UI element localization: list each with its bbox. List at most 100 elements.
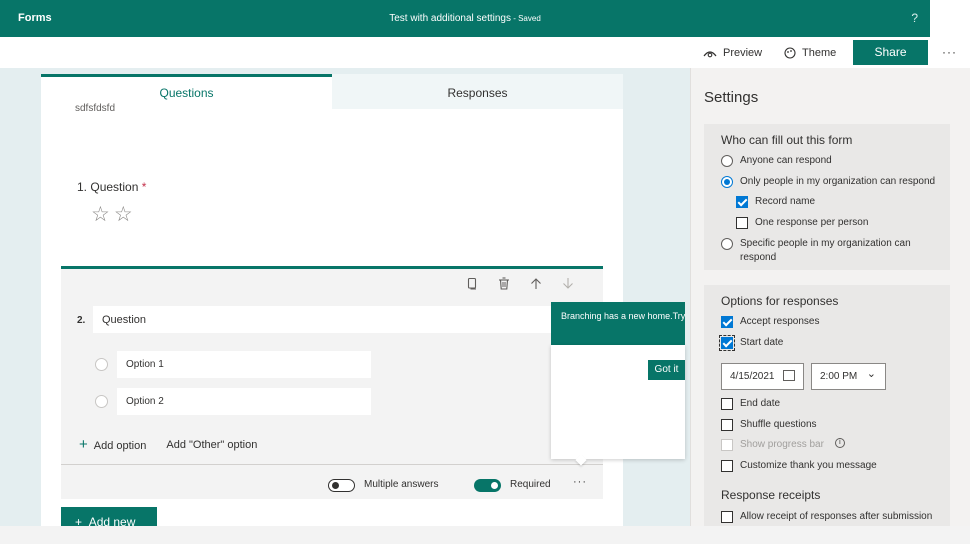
start-date-picker[interactable]: 4/15/2021 [721, 363, 804, 390]
thank-you-label: Customize thank you message [740, 460, 877, 471]
question-1-title[interactable]: 1. Question * [77, 180, 146, 194]
organization-label: Only people in my organization can respo… [740, 176, 936, 187]
radio-anyone[interactable] [721, 155, 733, 167]
progress-bar-checkbox [721, 439, 733, 451]
options-title: Options for responses [721, 294, 839, 308]
calendar-icon[interactable] [783, 370, 795, 381]
who-can-fill-title: Who can fill out this form [721, 133, 853, 147]
form-title: Test with additional settings [389, 13, 511, 24]
accept-responses-label: Accept responses [740, 316, 820, 327]
one-response-label: One response per person [755, 217, 869, 228]
preview-label: Preview [723, 47, 763, 59]
rating-stars[interactable]: ☆☆ [91, 202, 137, 227]
specific-people-label: Specific people in my organization can r… [740, 238, 911, 263]
start-date-option[interactable]: Start date [719, 335, 784, 351]
start-date-checkbox[interactable] [719, 335, 735, 351]
required-label: Required [510, 479, 551, 490]
end-date-label: End date [740, 398, 781, 409]
thank-you-option[interactable]: Customize thank you message [721, 459, 877, 473]
one-response-option[interactable]: One response per person [736, 216, 868, 230]
required-toggle[interactable] [474, 479, 501, 492]
question-actions [466, 277, 574, 290]
option-row-1: Option 1 [95, 351, 371, 378]
start-time-select[interactable]: 2:00 PM ⌄ [811, 363, 886, 390]
who-can-fill-section: Who can fill out this form Anyone can re… [704, 124, 950, 270]
theme-button[interactable]: Theme [784, 47, 836, 59]
move-down-icon[interactable] [562, 277, 574, 290]
multiple-answers-toggle[interactable] [328, 479, 355, 492]
question-2-number: 2. [77, 315, 86, 326]
start-date-value: 4/15/2021 [730, 371, 775, 382]
specific-people-option[interactable]: Specific people in my organization can r… [721, 237, 921, 265]
start-time-value: 2:00 PM [820, 371, 858, 382]
form-card: sdfsfdsfd 1. Question * ☆☆ 2. Option 1 [41, 103, 623, 534]
shuffle-option[interactable]: Shuffle questions [721, 418, 817, 432]
option-input[interactable]: Option 2 [117, 388, 371, 415]
question-more-icon[interactable]: ··· [573, 476, 587, 488]
add-option-label: Add option [93, 440, 147, 452]
plus-icon: + [79, 436, 88, 453]
form-canvas: Questions Responses sdfsfdsfd 1. Questio… [0, 68, 690, 534]
allow-receipt-option[interactable]: Allow receipt of responses after submiss… [721, 510, 932, 524]
help-icon[interactable]: ? [911, 11, 918, 25]
option-row-2: Option 2 [95, 388, 371, 415]
callout-body: Got it [551, 345, 685, 459]
tab-responses[interactable]: Responses [332, 74, 623, 109]
bottom-strip [0, 526, 970, 544]
response-receipts-title: Response receipts [721, 488, 821, 502]
anyone-label: Anyone can respond [740, 155, 832, 166]
tab-bar: Questions Responses [41, 74, 623, 109]
end-date-checkbox[interactable] [721, 398, 733, 410]
settings-panel: Settings Who can fill out this form Anyo… [690, 68, 970, 530]
allow-receipt-checkbox[interactable] [721, 511, 733, 523]
option-radio [95, 395, 108, 408]
share-button[interactable]: Share [853, 40, 928, 65]
preview-button[interactable]: Preview [703, 47, 762, 59]
thank-you-checkbox[interactable] [721, 460, 733, 472]
organization-option[interactable]: Only people in my organization can respo… [721, 175, 935, 189]
add-option-button[interactable]: + Add option [79, 436, 146, 453]
progress-bar-label: Show progress bar [740, 439, 824, 450]
start-date-label: Start date [740, 337, 784, 348]
delete-icon[interactable] [498, 277, 510, 290]
more-options-icon[interactable]: ··· [942, 45, 957, 59]
record-name-label: Record name [755, 196, 816, 207]
copy-icon[interactable] [466, 277, 478, 290]
toggle-knob [491, 482, 498, 489]
app-header: Forms Test with additional settings - Sa… [0, 0, 930, 37]
multiple-answers-label: Multiple answers [364, 479, 439, 490]
save-separator: - [510, 14, 519, 23]
info-icon[interactable]: i [834, 438, 845, 448]
branching-callout: Branching has a new home.Try it out! Got… [551, 302, 685, 466]
accept-responses-checkbox[interactable] [721, 316, 733, 328]
theme-label: Theme [802, 47, 837, 59]
add-other-option-button[interactable]: Add "Other" option [166, 439, 257, 451]
question-title-input[interactable] [93, 306, 557, 333]
required-mark: * [141, 180, 147, 194]
allow-receipt-label: Allow receipt of responses after submiss… [740, 511, 933, 522]
move-up-icon[interactable] [530, 277, 542, 290]
option-radio [95, 358, 108, 371]
form-description: sdfsfdsfd [75, 103, 116, 114]
question-2-editor: 2. Option 1 Option 2 + Add option Add "Ot… [61, 266, 603, 499]
question-1-number: 1. [77, 180, 88, 194]
question-1-label: Question [90, 180, 139, 194]
got-it-button[interactable]: Got it [648, 360, 685, 380]
radio-specific-people[interactable] [721, 238, 733, 250]
shuffle-label: Shuffle questions [740, 419, 817, 430]
end-date-option[interactable]: End date [721, 397, 780, 411]
chevron-down-icon: ⌄ [866, 368, 876, 380]
eye-icon [703, 50, 717, 57]
anyone-option[interactable]: Anyone can respond [721, 154, 832, 168]
callout-message: Branching has a new home.Try it out! [551, 302, 685, 345]
settings-title: Settings [704, 89, 759, 106]
palette-icon [784, 47, 796, 59]
one-response-checkbox[interactable] [736, 217, 748, 229]
radio-organization[interactable] [721, 176, 733, 188]
record-name-checkbox[interactable] [736, 196, 748, 208]
add-option-row: + Add option Add "Other" option [79, 436, 257, 453]
accept-responses-option[interactable]: Accept responses [721, 315, 820, 329]
shuffle-checkbox[interactable] [721, 419, 733, 431]
option-input[interactable]: Option 1 [117, 351, 371, 378]
record-name-option[interactable]: Record name [736, 195, 815, 209]
